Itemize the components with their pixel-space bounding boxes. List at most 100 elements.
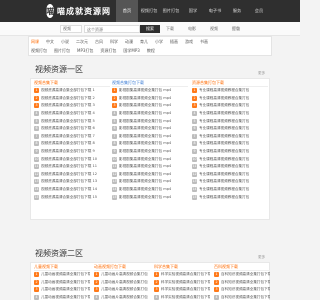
list-item-title[interactable]: 视频资源高清合集全部打包下载 1 xyxy=(41,88,95,93)
list-item-title[interactable]: 百科知识视频高清全集打包下载 xyxy=(221,295,270,300)
category-link[interactable]: 科学 xyxy=(110,39,118,45)
list-item-title[interactable]: 儿童动画片高清视频合集打包 xyxy=(101,280,148,285)
list-item[interactable]: 1 影视剧集高清视频全集打包 mp4 xyxy=(112,87,188,95)
list-item[interactable]: 6 专业课程高清视频教程合集打包 xyxy=(192,125,268,133)
list-item[interactable]: 3 百科知识视频高清全集打包下载 xyxy=(214,286,270,294)
list-item[interactable]: 2 科学实验视频高清合集打包下载 xyxy=(154,279,210,287)
column-header[interactable]: 动画视频打包下载 xyxy=(94,264,150,271)
list-item[interactable]: 14 影视剧集高清视频全集打包 mp4 xyxy=(112,186,188,194)
list-item[interactable]: 2 儿童动画视频高清全集打包下载 xyxy=(34,279,90,287)
category-link[interactable]: 育儿 xyxy=(140,39,148,45)
nav-item-guoxue[interactable]: 国学 xyxy=(182,0,204,22)
column-header[interactable]: 视频合集下载 xyxy=(34,80,110,87)
list-item[interactable]: 2 影视剧集高清视频全集打包 mp4 xyxy=(112,95,188,103)
more-link[interactable]: 更多 xyxy=(258,255,265,260)
list-item[interactable]: 3 专业课程高清视频教程合集打包 xyxy=(192,102,268,110)
column-header[interactable]: 科学合集下载 xyxy=(154,264,210,271)
list-item[interactable]: 8 视频资源高清合集全部打包下载 8 xyxy=(34,140,110,148)
list-item[interactable]: 1 专业课程高清视频教程合集打包 xyxy=(192,87,268,95)
list-item-title[interactable]: 儿童动画视频高清全集打包下载 xyxy=(41,295,90,300)
list-item[interactable]: 9 影视剧集高清视频全集打包 mp4 xyxy=(112,148,188,156)
list-item-title[interactable]: 视频资源高清合集全部打包下载 7 xyxy=(41,134,95,139)
list-item-title[interactable]: 专业课程高清视频教程合集打包 xyxy=(199,119,249,124)
list-item-title[interactable]: 专业课程高清视频教程合集打包 xyxy=(199,141,249,146)
category-link[interactable]: 国学MP3 xyxy=(123,48,139,54)
column-header[interactable]: 百科视频下载 xyxy=(214,264,270,271)
list-item-title[interactable]: 专业课程高清视频教程合集打包 xyxy=(199,126,249,131)
list-item[interactable]: 12 专业课程高清视频教程合集打包 xyxy=(192,171,268,179)
list-item[interactable]: 9 专业课程高清视频教程合集打包 xyxy=(192,148,268,156)
category-link[interactable]: 图片打包 xyxy=(54,48,70,54)
category-link[interactable]: 书画 xyxy=(200,39,208,45)
list-item[interactable]: 4 儿童动画片高清视频合集打包 xyxy=(94,294,150,300)
list-item-title[interactable]: 视频资源高清合集全部打包下载 11 xyxy=(41,164,97,169)
list-item-title[interactable]: 影视剧集高清视频全集打包 mp4 xyxy=(119,179,171,184)
list-item[interactable]: 12 视频资源高清合集全部打包下载 12 xyxy=(34,171,110,179)
list-item[interactable]: 10 专业课程高清视频教程合集打包 xyxy=(192,155,268,163)
list-item-title[interactable]: 专业课程高清视频教程合集打包 xyxy=(199,149,249,154)
list-item[interactable]: 4 视频资源高清合集全部打包下载 4 xyxy=(34,110,110,118)
list-item-title[interactable]: 视频资源高清合集全部打包下载 12 xyxy=(41,172,97,177)
list-item[interactable]: 4 专业课程高清视频教程合集打包 xyxy=(192,110,268,118)
list-item[interactable]: 7 视频资源高清合集全部打包下载 7 xyxy=(34,133,110,141)
list-item[interactable]: 2 视频资源高清合集全部打包下载 2 xyxy=(34,95,110,103)
category-link[interactable]: 动漫 xyxy=(125,39,133,45)
list-item-title[interactable]: 视频资源高清合集全部打包下载 4 xyxy=(41,111,95,116)
list-item[interactable]: 12 影视剧集高清视频全集打包 mp4 xyxy=(112,171,188,179)
list-item[interactable]: 2 百科知识视频高清全集打包下载 xyxy=(214,279,270,287)
list-item-title[interactable]: 视频资源高清合集全部打包下载 9 xyxy=(41,149,95,154)
hot-keyword[interactable]: 电影 xyxy=(188,26,196,32)
list-item[interactable]: 6 视频资源高清合集全部打包下载 6 xyxy=(34,125,110,133)
list-item-title[interactable]: 影视剧集高清视频全集打包 mp4 xyxy=(119,103,171,108)
list-item[interactable]: 4 科学实验视频高清合集打包下载 xyxy=(154,294,210,300)
list-item-title[interactable]: 专业课程高清视频教程合集打包 xyxy=(199,187,249,192)
list-item-title[interactable]: 影视剧集高清视频全集打包 mp4 xyxy=(119,88,171,93)
list-item-title[interactable]: 科学实验视频高清合集打包下载 xyxy=(161,287,210,292)
list-item-title[interactable]: 视频资源高清合集全部打包下载 15 xyxy=(41,195,97,200)
list-item[interactable]: 14 视频资源高清合集全部打包下载 14 xyxy=(34,186,110,194)
list-item-title[interactable]: 影视剧集高清视频全集打包 mp4 xyxy=(119,141,171,146)
category-link[interactable]: 中文 xyxy=(46,39,54,45)
category-link[interactable]: 小学 xyxy=(155,39,163,45)
column-header[interactable]: 儿童视频下载 xyxy=(34,264,90,271)
list-item-title[interactable]: 视频资源高清合集全部打包下载 2 xyxy=(41,96,95,101)
list-item[interactable]: 1 儿童动画片高清视频合集打包 xyxy=(94,271,150,279)
category-link[interactable]: 视频打包 xyxy=(31,48,47,54)
category-link[interactable]: 二次元 xyxy=(76,39,88,45)
list-item[interactable]: 1 百科知识视频高清全集打包下载 xyxy=(214,271,270,279)
category-link[interactable]: 资源打包 xyxy=(100,48,116,54)
list-item-title[interactable]: 视频资源高清合集全部打包下载 13 xyxy=(41,179,97,184)
category-link[interactable]: 古风 xyxy=(95,39,103,45)
list-item[interactable]: 13 视频资源高清合集全部打包下载 13 xyxy=(34,178,110,186)
list-item[interactable]: 3 科学实验视频高清合集打包下载 xyxy=(154,286,210,294)
list-item-title[interactable]: 儿童动画片高清视频合集打包 xyxy=(101,295,148,300)
list-item-title[interactable]: 专业课程高清视频教程合集打包 xyxy=(199,134,249,139)
list-item-title[interactable]: 影视剧集高清视频全集打包 mp4 xyxy=(119,111,171,116)
list-item[interactable]: 3 儿童动画片高清视频合集打包 xyxy=(94,286,150,294)
category-link[interactable]: 小说 xyxy=(61,39,69,45)
hot-keyword[interactable]: 视频 xyxy=(210,26,218,32)
category-link[interactable]: 游戏 xyxy=(185,39,193,45)
list-item-title[interactable]: 影视剧集高清视频全集打包 mp4 xyxy=(119,187,171,192)
list-item-title[interactable]: 影视剧集高清视频全集打包 mp4 xyxy=(119,164,171,169)
list-item[interactable]: 5 视频资源高清合集全部打包下载 5 xyxy=(34,117,110,125)
list-item-title[interactable]: 专业课程高清视频教程合集打包 xyxy=(199,103,249,108)
list-item-title[interactable]: 影视剧集高清视频全集打包 mp4 xyxy=(119,149,171,154)
nav-item-member[interactable]: 会员 xyxy=(248,0,270,22)
list-item-title[interactable]: 专业课程高清视频教程合集打包 xyxy=(199,172,249,177)
list-item-title[interactable]: 科学实验视频高清合集打包下载 xyxy=(161,280,210,285)
list-item-title[interactable]: 儿童动画视频高清全集打包下载 xyxy=(41,272,90,277)
list-item-title[interactable]: 专业课程高清视频教程合集打包 xyxy=(199,195,249,200)
column-header[interactable]: 视频合集打包下载 xyxy=(112,80,188,87)
category-link[interactable]: 网课 xyxy=(31,39,39,45)
site-logo[interactable]: 喵 喵成就资源网 xyxy=(46,3,110,19)
list-item[interactable]: 10 视频资源高清合集全部打包下载 10 xyxy=(34,155,110,163)
category-link[interactable]: 插画 xyxy=(170,39,178,45)
search-input[interactable] xyxy=(84,25,140,33)
nav-item-ebook[interactable]: 电子书 xyxy=(204,0,226,22)
list-item-title[interactable]: 专业课程高清视频教程合集打包 xyxy=(199,96,249,101)
nav-item-service[interactable]: 服务 xyxy=(226,0,248,22)
list-item-title[interactable]: 视频资源高清合集全部打包下载 8 xyxy=(41,141,95,146)
list-item[interactable]: 9 视频资源高清合集全部打包下载 9 xyxy=(34,148,110,156)
list-item[interactable]: 2 专业课程高清视频教程合集打包 xyxy=(192,95,268,103)
